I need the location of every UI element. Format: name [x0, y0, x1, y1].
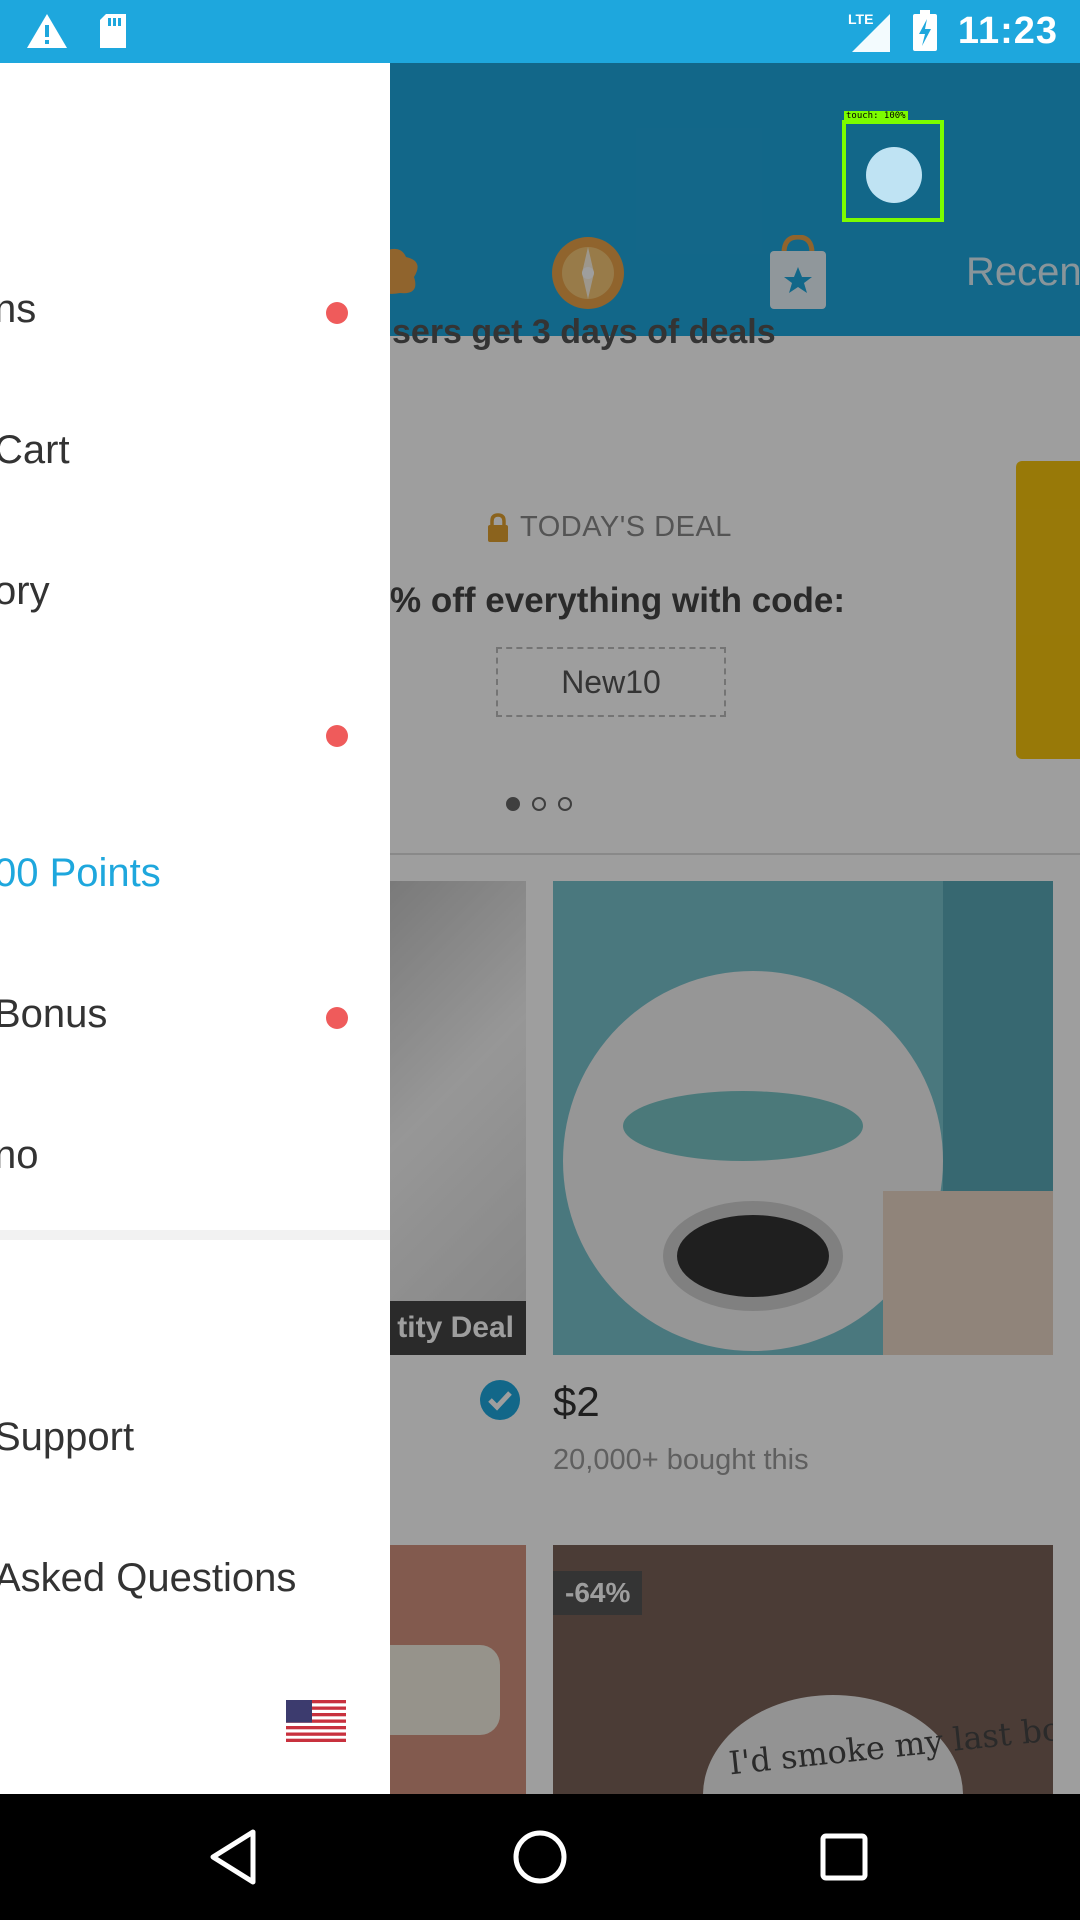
drawer-item-unlabeled[interactable]	[0, 686, 390, 786]
next-deal-card[interactable]	[1016, 461, 1080, 759]
us-flag-icon[interactable]	[286, 1700, 346, 1742]
drawer-item-promo[interactable]: no	[0, 1109, 390, 1209]
promo-code-box[interactable]: New10	[496, 647, 726, 717]
touch-indicator	[842, 120, 944, 222]
drawer-item-label: ory	[0, 569, 50, 613]
notification-dot	[326, 1007, 348, 1029]
drawer-item-cart[interactable]: Cart	[0, 404, 390, 504]
drawer-item-label: Support	[0, 1415, 135, 1459]
drawer-item-label: Cart	[0, 428, 70, 472]
svg-text:LTE: LTE	[848, 11, 873, 27]
carousel-dots	[506, 797, 572, 811]
bought-count: 20,000+ bought this	[553, 1444, 809, 1476]
section-divider	[390, 853, 1080, 855]
home-icon[interactable]	[507, 1824, 573, 1890]
product-image-inset	[883, 1191, 1053, 1355]
drawer-item-support[interactable]: Support	[0, 1391, 390, 1491]
product-image-detail	[623, 1091, 863, 1161]
lock-icon	[488, 512, 508, 542]
drawer-item-bonus[interactable]: Bonus	[0, 968, 390, 1068]
product-image-detail	[663, 1201, 843, 1311]
promo-banner-text: sers get 3 days of deals	[392, 313, 776, 351]
verified-icon	[480, 1380, 520, 1420]
warning-icon	[27, 14, 67, 48]
drawer-item-points[interactable]: 00 Points	[0, 827, 390, 927]
battery-charging-icon	[912, 10, 937, 51]
system-nav-bar	[0, 1794, 1080, 1920]
drawer-item-notifications[interactable]: ns	[0, 263, 390, 363]
drawer-item-label: 00 Points	[0, 851, 161, 895]
bag-star-tab-icon[interactable]	[766, 235, 830, 311]
status-time: 11:23	[957, 9, 1058, 52]
deal-tag: TODAY'S DEAL	[486, 511, 732, 544]
deal-tag-label: TODAY'S DEAL	[520, 511, 732, 543]
sd-card-icon	[100, 14, 126, 48]
carousel-dot[interactable]	[506, 797, 520, 811]
carousel-dot[interactable]	[532, 797, 546, 811]
status-bar: LTE 11:23	[0, 0, 1080, 63]
notification-dot	[326, 302, 348, 324]
drawer-item-label: Bonus	[0, 992, 108, 1036]
product-image-bg	[943, 881, 1053, 1191]
signal-icon: LTE	[848, 11, 890, 52]
tab-recent[interactable]: Recen	[966, 250, 1080, 295]
navigation-drawer: ns Cart ory 00 Points Bonus no Support A…	[0, 63, 390, 1794]
carousel-dot[interactable]	[558, 797, 572, 811]
notification-dot	[326, 725, 348, 747]
wheel-tab-icon[interactable]	[548, 233, 628, 313]
back-icon[interactable]	[203, 1824, 269, 1890]
drawer-item-label: Asked Questions	[0, 1556, 297, 1600]
discount-badge: -64%	[553, 1571, 643, 1615]
touch-indicator-label: touch: 100%	[844, 111, 908, 121]
deal-description: % off everything with code:	[390, 581, 846, 620]
product-price: $2	[553, 1378, 600, 1425]
drawer-item-faq[interactable]: Asked Questions	[0, 1532, 390, 1632]
product-card[interactable]	[553, 881, 1053, 1355]
recents-icon[interactable]	[811, 1824, 877, 1890]
drawer-divider	[0, 1230, 390, 1240]
drawer-item-label: no	[0, 1133, 39, 1177]
drawer-item-label: ns	[0, 287, 37, 331]
drawer-item-history[interactable]: ory	[0, 545, 390, 645]
deal-card[interactable]: TODAY'S DEAL % off everything with code:…	[390, 463, 990, 761]
